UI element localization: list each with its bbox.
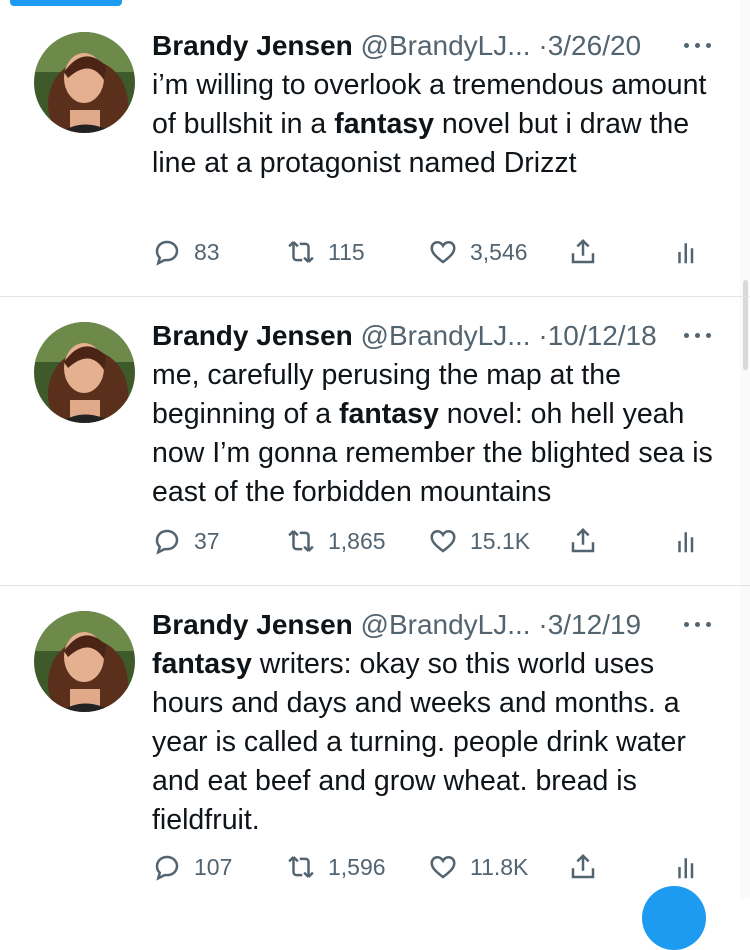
heart-icon — [430, 529, 456, 553]
like-count: 11.8K — [470, 853, 529, 880]
avatar[interactable] — [34, 611, 135, 712]
like-button[interactable]: 3,546 — [428, 234, 528, 270]
tweet-text: fantasy writers: okay so this world uses… — [152, 645, 722, 840]
separator-dot: · — [538, 609, 548, 640]
highlighted-keyword: fantasy — [334, 108, 434, 140]
like-count: 3,546 — [470, 238, 528, 265]
analytics-button[interactable] — [672, 234, 702, 270]
tweet[interactable]: Brandy Jensen @BrandyLJ... ·3/26/20 i’m … — [0, 0, 750, 296]
analytics-button[interactable] — [672, 849, 702, 885]
avatar[interactable] — [34, 322, 135, 423]
reply-count: 83 — [194, 238, 220, 265]
tweet-text: me, carefully perusing the map at the be… — [152, 356, 722, 512]
reply-button[interactable]: 107 — [152, 849, 232, 885]
more-icon[interactable] — [684, 330, 714, 340]
retweet-icon — [288, 530, 314, 552]
retweet-icon — [288, 241, 314, 263]
tweet-header: Brandy Jensen @BrandyLJ... ·10/12/18 — [152, 318, 698, 354]
share-icon — [571, 527, 595, 553]
reply-icon — [155, 855, 179, 881]
author-name[interactable]: Brandy Jensen — [152, 609, 353, 640]
retweet-icon — [288, 856, 314, 878]
retweet-button[interactable]: 1,865 — [286, 523, 386, 559]
analytics-icon — [678, 532, 694, 553]
tweet-header: Brandy Jensen @BrandyLJ... ·3/26/20 — [152, 28, 698, 64]
like-button[interactable]: 11.8K — [428, 849, 528, 885]
tweet[interactable]: Brandy Jensen @BrandyLJ... ·3/12/19 fant… — [0, 585, 750, 898]
author-name[interactable]: Brandy Jensen — [152, 30, 353, 61]
share-button[interactable] — [568, 234, 598, 270]
tweet-header: Brandy Jensen @BrandyLJ... ·3/12/19 — [152, 607, 698, 643]
share-button[interactable] — [568, 849, 598, 885]
avatar[interactable] — [34, 32, 135, 133]
tweet-actions: 83 115 3,546 — [152, 234, 750, 270]
tweet[interactable]: Brandy Jensen @BrandyLJ... ·10/12/18 me,… — [0, 296, 750, 585]
retweet-count: 1,596 — [328, 853, 386, 880]
reply-icon — [155, 240, 179, 266]
tweet-text: i’m willing to overlook a tremendous amo… — [152, 66, 722, 183]
share-icon — [571, 853, 595, 879]
author-handle[interactable]: @BrandyLJ... — [361, 30, 531, 61]
retweet-count: 1,865 — [328, 527, 386, 554]
retweet-count: 115 — [328, 238, 365, 265]
author-name[interactable]: Brandy Jensen — [152, 320, 353, 351]
author-handle[interactable]: @BrandyLJ... — [361, 609, 531, 640]
tweet-actions: 107 1,596 11.8K — [152, 849, 750, 885]
analytics-icon — [678, 858, 694, 879]
reply-button[interactable]: 37 — [152, 523, 220, 559]
tweet-date[interactable]: 10/12/18 — [548, 320, 657, 351]
highlighted-keyword: fantasy — [339, 398, 439, 430]
more-icon[interactable] — [684, 40, 714, 50]
highlighted-keyword: fantasy — [152, 648, 252, 680]
separator-dot: · — [538, 320, 548, 351]
reply-count: 107 — [194, 853, 233, 880]
analytics-icon — [678, 243, 694, 264]
tweet-actions: 37 1,865 15.1K — [152, 523, 750, 559]
separator-dot: · — [538, 30, 548, 61]
retweet-button[interactable]: 1,596 — [286, 849, 386, 885]
heart-icon — [430, 240, 456, 264]
reply-icon — [155, 529, 179, 555]
share-button[interactable] — [568, 523, 598, 559]
like-count: 15.1K — [470, 527, 531, 554]
tweet-date[interactable]: 3/12/19 — [548, 609, 641, 640]
like-button[interactable]: 15.1K — [428, 523, 530, 559]
compose-tweet-button[interactable] — [642, 886, 706, 950]
share-icon — [571, 238, 595, 264]
retweet-button[interactable]: 115 — [286, 234, 365, 270]
heart-icon — [430, 855, 456, 879]
more-icon[interactable] — [684, 619, 714, 629]
reply-count: 37 — [194, 527, 220, 554]
tweet-date[interactable]: 3/26/20 — [548, 30, 641, 61]
analytics-button[interactable] — [672, 523, 702, 559]
reply-button[interactable]: 83 — [152, 234, 220, 270]
author-handle[interactable]: @BrandyLJ... — [361, 320, 531, 351]
